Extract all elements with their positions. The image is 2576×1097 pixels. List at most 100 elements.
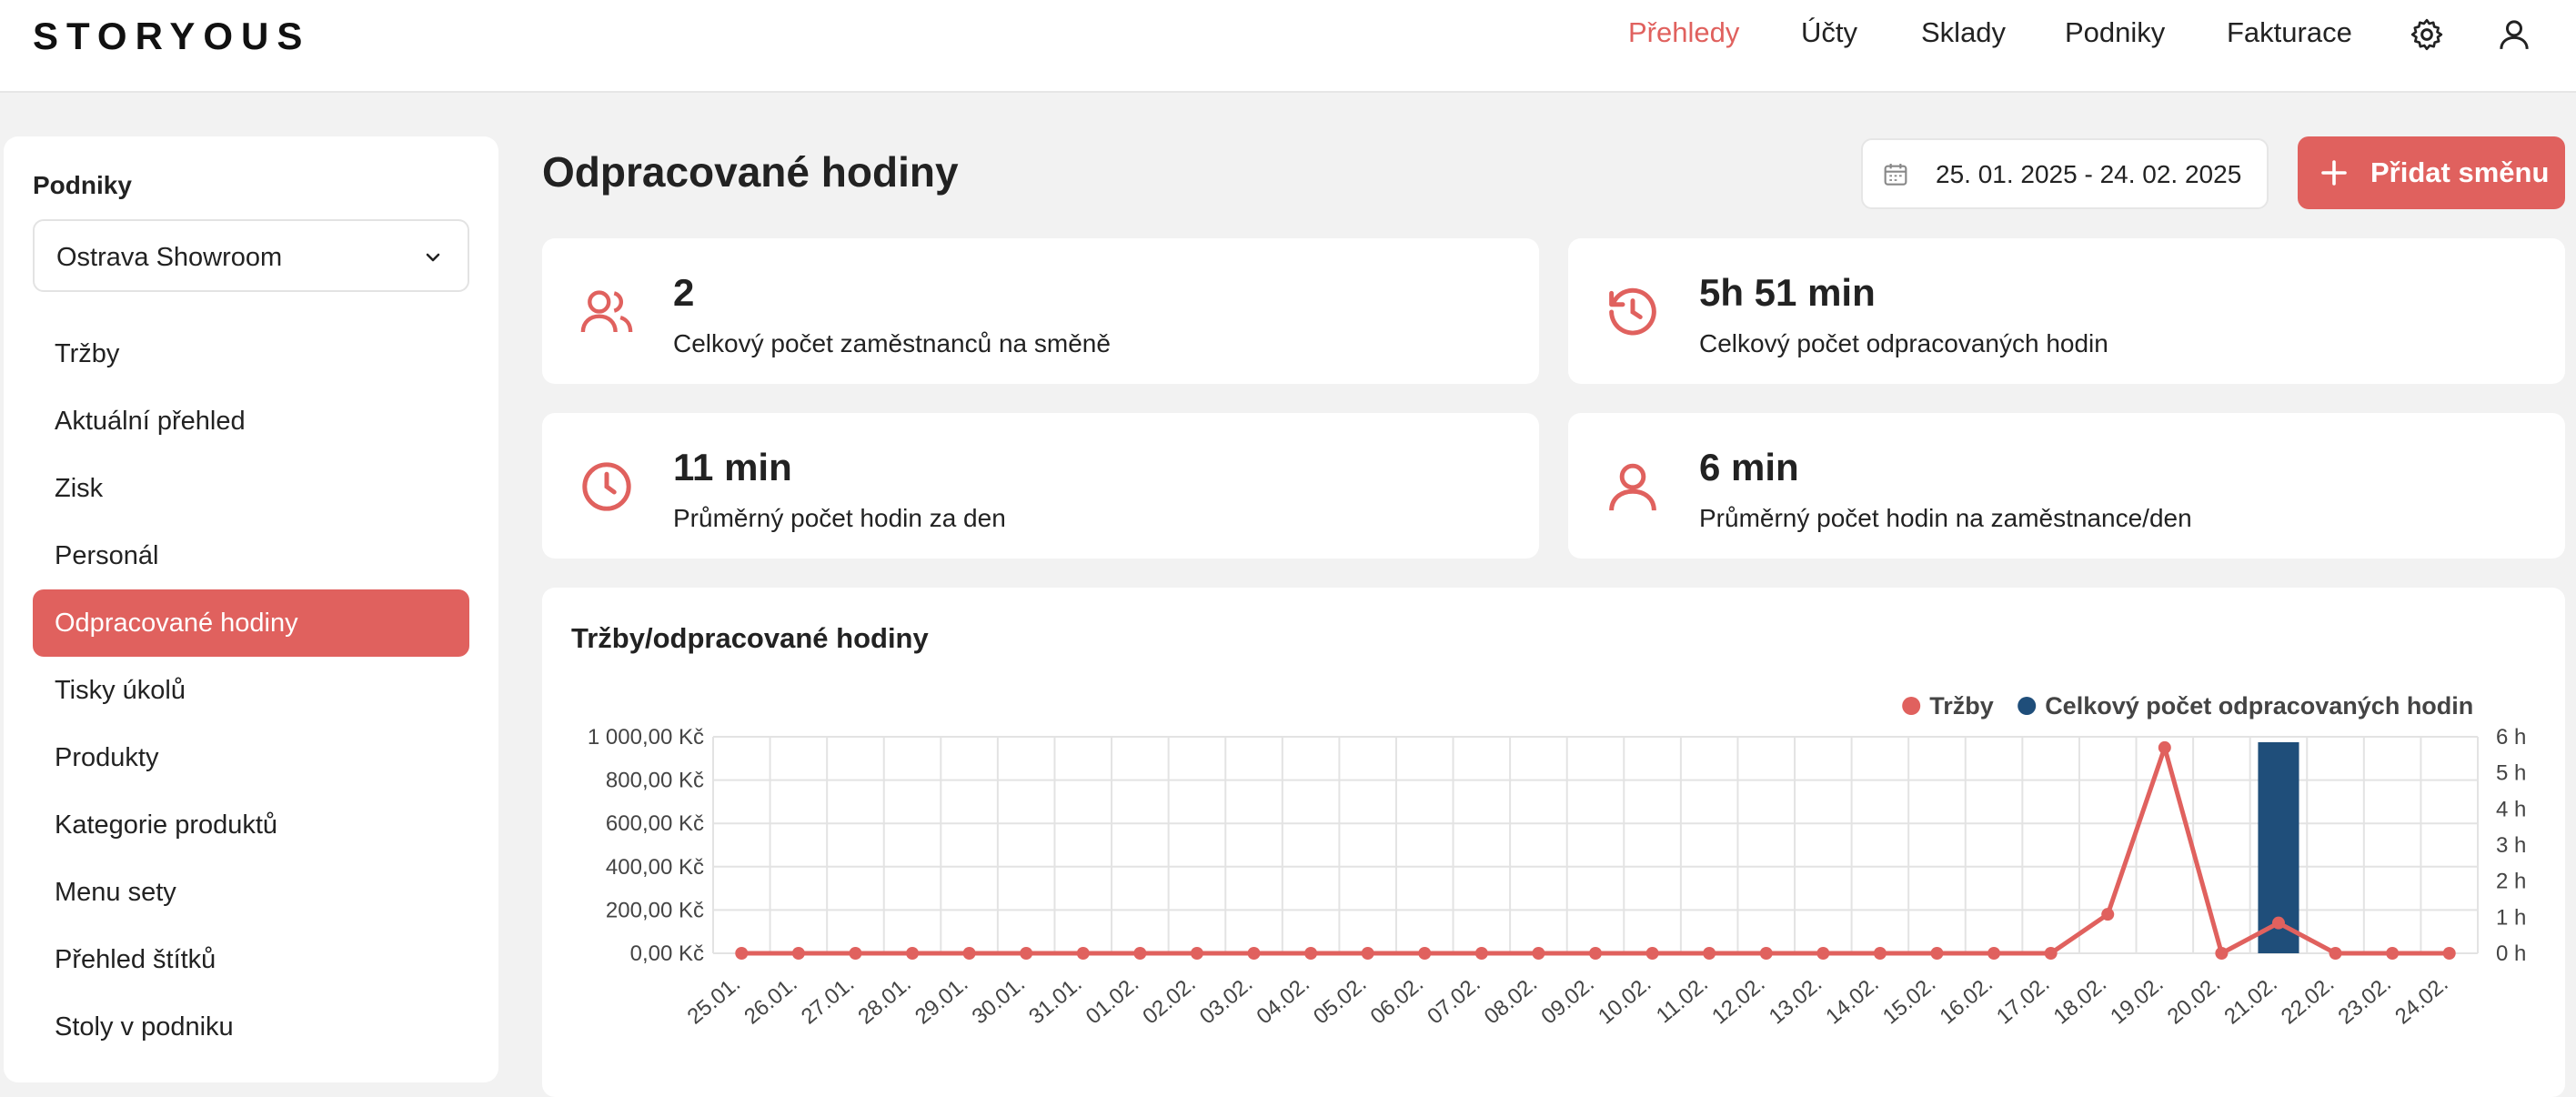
revenue-point — [1930, 947, 1944, 960]
sidebar-item-label: Kategorie produktů — [55, 810, 278, 840]
sidebar-item-stoly-v-podniku[interactable]: Stoly v podniku — [33, 993, 469, 1061]
revenue-point — [1873, 947, 1887, 960]
revenue-point — [2101, 908, 2115, 921]
sidebar: Podniky Ostrava Showroom Tržby Aktuální … — [4, 136, 498, 1082]
x-tick-label: 05.02. — [1309, 971, 1371, 1030]
x-tick-label: 11.02. — [1652, 971, 1713, 1028]
revenue-point — [1474, 947, 1488, 960]
sidebar-title: Podniky — [33, 171, 132, 199]
revenue-point — [1020, 947, 1033, 960]
y-left-tick-label: 200,00 Kč — [606, 898, 704, 922]
plus-icon — [2321, 160, 2347, 186]
nav-prehledy[interactable]: Přehledy — [1628, 16, 1739, 49]
x-tick-label: 22.02. — [2277, 971, 2339, 1030]
revenue-point — [1645, 947, 1659, 960]
x-tick-label: 06.02. — [1366, 971, 1428, 1030]
revenue-point — [735, 947, 749, 960]
revenue-point — [1987, 947, 2001, 960]
x-tick-label: 03.02. — [1195, 971, 1257, 1030]
y-right-tick-label: 2 h — [2496, 870, 2526, 894]
users-icon — [580, 290, 633, 333]
revenue-point — [2044, 947, 2058, 960]
revenue-point — [1759, 947, 1773, 960]
x-tick-label: 07.02. — [1423, 971, 1484, 1030]
calendar-icon — [1884, 164, 1907, 186]
stat-label: Průměrný počet hodin za den — [673, 504, 1006, 532]
venue-select[interactable]: Ostrava Showroom — [33, 219, 469, 292]
x-tick-label: 29.01. — [911, 971, 972, 1030]
revenue-point — [2386, 947, 2400, 960]
sidebar-item-label: Tisky úkolů — [55, 676, 186, 705]
nav-podniky[interactable]: Podniky — [2065, 16, 2165, 49]
revenue-point — [1304, 947, 1318, 960]
y-left-tick-label: 0,00 Kč — [630, 941, 704, 966]
revenue-point — [1418, 947, 1432, 960]
stat-value: 11 min — [673, 446, 792, 488]
sidebar-item-produkty[interactable]: Produkty — [33, 724, 469, 791]
x-tick-label: 02.02. — [1138, 971, 1200, 1030]
chevron-down-icon — [426, 253, 440, 262]
history-icon — [1609, 287, 1656, 336]
stat-card-total-hours: 5h 51 min Celkový počet odpracovaných ho… — [1568, 238, 2565, 384]
revenue-point — [791, 947, 805, 960]
x-tick-label: 18.02. — [2049, 971, 2111, 1030]
gear-icon[interactable] — [2409, 16, 2445, 53]
revenue-point — [1532, 947, 1545, 960]
sidebar-item-label: Tržby — [55, 339, 120, 368]
sidebar-item-zisk[interactable]: Zisk — [33, 455, 469, 522]
revenue-point — [962, 947, 976, 960]
y-right-tick-label: 1 h — [2496, 905, 2526, 930]
user-icon[interactable] — [2496, 16, 2532, 53]
revenue-hours-chart: 0,00 Kč 200,00 Kč 400,00 Kč 600,00 Kč 800,00… — [588, 692, 2526, 1030]
sidebar-item-prehled-stitku[interactable]: Přehled štítků — [33, 926, 469, 993]
x-tick-label: 31.01. — [1024, 971, 1086, 1030]
x-tick-label: 13.02. — [1765, 971, 1826, 1030]
sidebar-item-odpracovane-hodiny[interactable]: Odpracované hodiny — [33, 589, 469, 657]
sidebar-item-tisky-ukolu[interactable]: Tisky úkolů — [33, 657, 469, 724]
stat-label: Celkový počet odpracovaných hodin — [1699, 329, 2108, 357]
x-tick-label: 27.01. — [797, 971, 859, 1030]
revenue-point — [1589, 947, 1602, 960]
add-shift-button[interactable]: Přidat směnu — [2298, 136, 2565, 209]
sidebar-item-menu-sety[interactable]: Menu sety — [33, 859, 469, 926]
x-tick-label: 16.02. — [1935, 971, 1997, 1030]
revenue-point — [1247, 947, 1261, 960]
x-tick-label: 30.01. — [968, 971, 1030, 1030]
revenue-point — [2442, 947, 2456, 960]
sidebar-item-label: Produkty — [55, 743, 159, 772]
y-left-tick-label: 600,00 Kč — [606, 811, 704, 836]
stat-card-employees: 2 Celkový počet zaměstnanců na směně — [542, 238, 1539, 384]
sidebar-item-label: Aktuální přehled — [55, 407, 246, 436]
page-title: Odpracované hodiny — [542, 148, 959, 196]
x-tick-label: 24.02. — [2390, 971, 2452, 1030]
x-tick-label: 28.01. — [853, 971, 915, 1030]
revenue-point — [1703, 947, 1716, 960]
sidebar-item-label: Personál — [55, 541, 159, 570]
stat-card-avg-employee-day: 6 min Průměrný počet hodin na zaměstnanc… — [1568, 413, 2565, 559]
sidebar-item-label: Menu sety — [55, 878, 176, 907]
nav-sklady[interactable]: Sklady — [1921, 16, 2006, 49]
x-tick-label: 04.02. — [1252, 971, 1313, 1030]
sidebar-item-personal[interactable]: Personál — [33, 522, 469, 589]
logo[interactable]: STORYOUS — [33, 15, 310, 58]
stat-card-avg-day: 11 min Průměrný počet hodin za den — [542, 413, 1539, 559]
nav-fakturace[interactable]: Fakturace — [2227, 16, 2352, 49]
stat-label: Průměrný počet hodin na zaměstnance/den — [1699, 504, 2192, 532]
stat-value: 6 min — [1699, 446, 1799, 488]
sidebar-item-trzby[interactable]: Tržby — [33, 320, 469, 387]
legend-label: Tržby — [1929, 692, 1994, 720]
stat-value: 5h 51 min — [1699, 271, 1876, 314]
x-tick-label: 01.02. — [1082, 971, 1143, 1030]
revenue-point — [1076, 947, 1090, 960]
legend-marker — [2018, 697, 2037, 715]
revenue-point — [1361, 947, 1374, 960]
x-tick-label: 26.01. — [740, 971, 801, 1030]
sidebar-item-kategorie-produktu[interactable]: Kategorie produktů — [33, 791, 469, 859]
date-range-picker[interactable]: 25. 01. 2025 - 24. 02. 2025 — [1861, 138, 2269, 209]
revenue-point — [1816, 947, 1830, 960]
nav-ucty[interactable]: Účty — [1801, 16, 1857, 49]
sidebar-item-aktualni-prehled[interactable]: Aktuální přehled — [33, 387, 469, 455]
revenue-point — [1133, 947, 1147, 960]
x-tick-label: 14.02. — [1821, 971, 1883, 1030]
x-tick-label: 10.02. — [1594, 971, 1655, 1030]
